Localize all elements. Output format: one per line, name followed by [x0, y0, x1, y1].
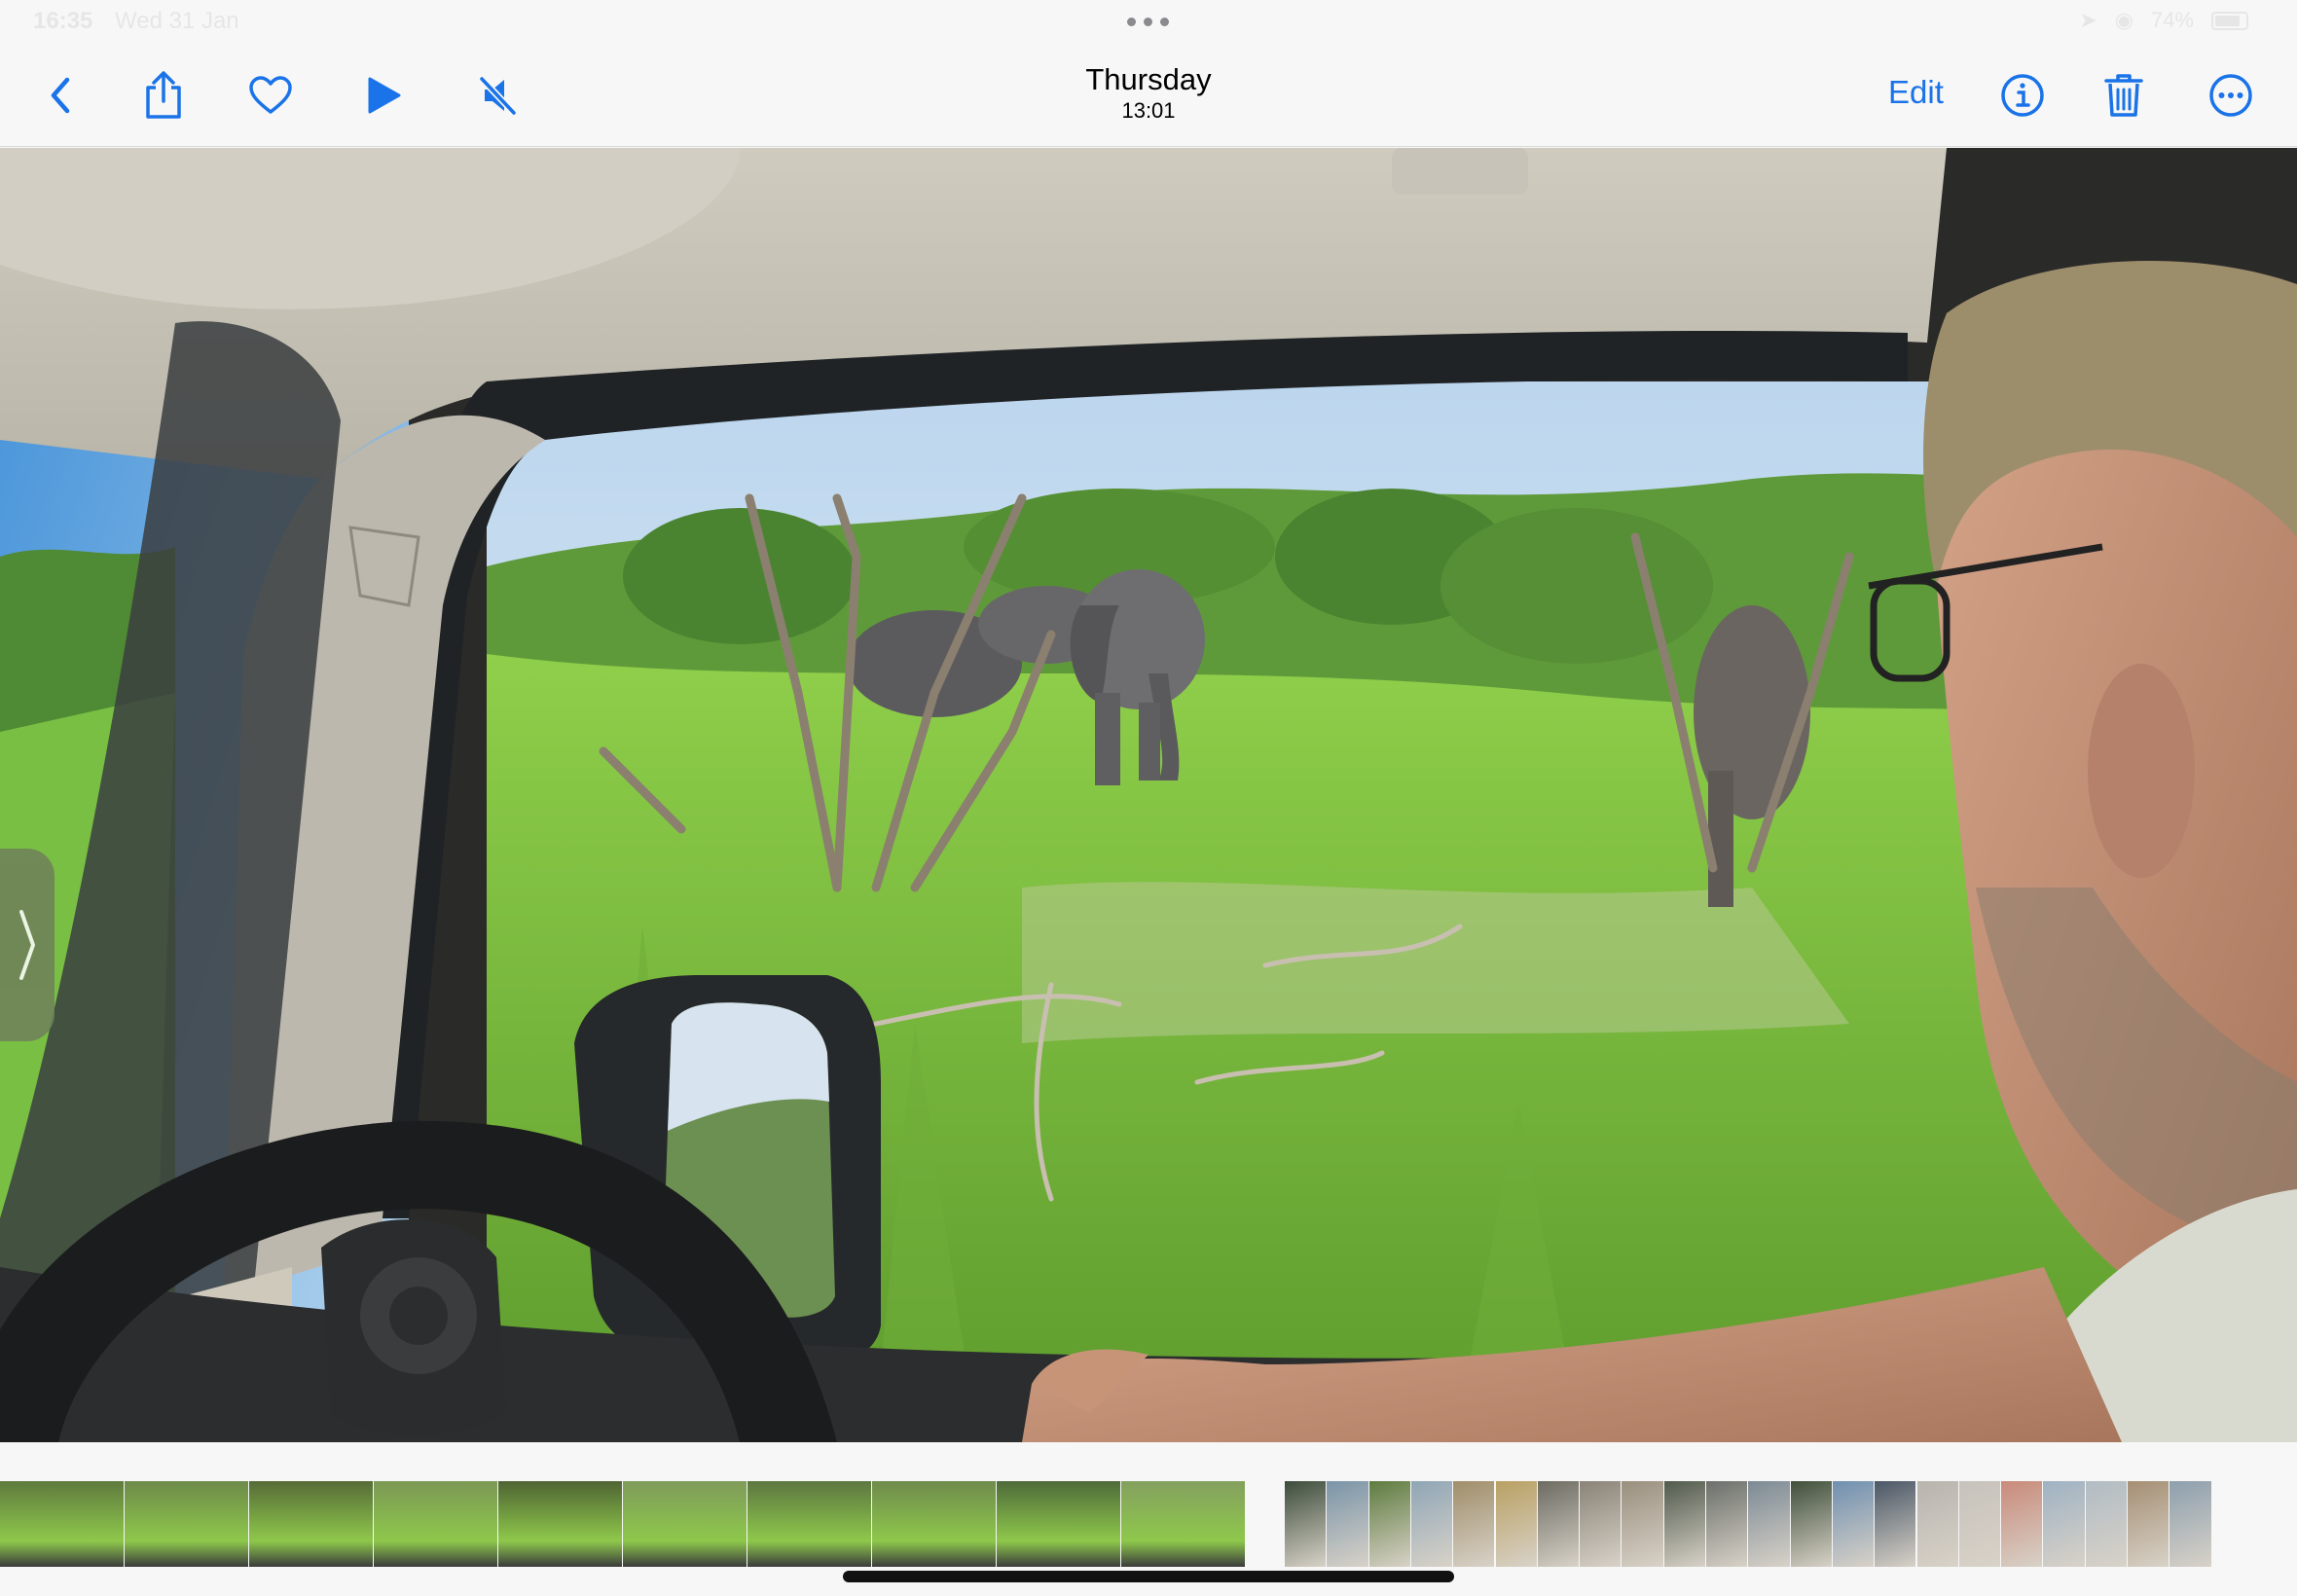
- photo-thumbnail[interactable]: [1453, 1481, 1495, 1567]
- photo-thumbnail[interactable]: [1368, 1481, 1410, 1567]
- status-indicators: ➤ ◉ 74%: [2079, 8, 2248, 33]
- photo-thumbnail[interactable]: [1916, 1481, 1958, 1567]
- photo-thumbnail[interactable]: [1832, 1481, 1875, 1567]
- video-frame-thumbnail[interactable]: [498, 1481, 622, 1567]
- home-indicator[interactable]: [843, 1571, 1454, 1582]
- status-time: 16:35: [33, 8, 93, 34]
- status-date: Wed 31 Jan: [115, 8, 239, 34]
- photo-toolbar: Thursday 13:01 Edit: [0, 47, 2297, 147]
- play-icon: [368, 77, 401, 114]
- sidebar-handle[interactable]: [0, 849, 55, 1041]
- photo-thumbnail[interactable]: [1748, 1481, 1790, 1567]
- wifi-icon: ◉: [2114, 8, 2133, 32]
- heart-icon: [249, 76, 292, 114]
- share-icon: [146, 71, 181, 119]
- info-button[interactable]: [1993, 70, 2052, 121]
- photo-thumbnail[interactable]: [1875, 1481, 1916, 1567]
- photo-thumbnail[interactable]: [2001, 1481, 2043, 1567]
- photo-thumbnail[interactable]: [1580, 1481, 1622, 1567]
- share-button[interactable]: [134, 70, 193, 121]
- multitasking-grabber[interactable]: [1127, 18, 1169, 26]
- battery-icon: [2211, 11, 2248, 30]
- video-frame-thumbnail[interactable]: [1121, 1481, 1245, 1567]
- chevron-left-icon: [51, 77, 70, 114]
- video-frame-thumbnail[interactable]: [125, 1481, 248, 1567]
- play-button[interactable]: [354, 70, 413, 121]
- video-frame-thumbnail[interactable]: [249, 1481, 373, 1567]
- edit-button[interactable]: Edit: [1888, 74, 1944, 111]
- photo-thumbnail[interactable]: [1790, 1481, 1832, 1567]
- photo-time: 13:01: [1121, 98, 1176, 123]
- ellipsis-circle-icon: [2209, 74, 2252, 117]
- photo-thumbnail[interactable]: [1327, 1481, 1368, 1567]
- photo-image: [0, 148, 2297, 1442]
- photo-thumbnail[interactable]: [1622, 1481, 1663, 1567]
- speaker-muted-icon: [478, 75, 518, 117]
- photo-thumbnail[interactable]: [1285, 1481, 1327, 1567]
- video-frame-thumbnail[interactable]: [374, 1481, 497, 1567]
- photo-viewer[interactable]: [0, 148, 2297, 1442]
- video-frame-thumbnail[interactable]: [747, 1481, 871, 1567]
- video-frame-thumbnail[interactable]: [0, 1481, 124, 1567]
- photo-thumbnail[interactable]: [1958, 1481, 2001, 1567]
- more-button[interactable]: [2202, 70, 2260, 121]
- photo-thumbnail[interactable]: [2128, 1481, 2169, 1567]
- info-icon: [2001, 74, 2044, 117]
- photo-thumbnail[interactable]: [1537, 1481, 1580, 1567]
- video-frame-thumbnail[interactable]: [997, 1481, 1120, 1567]
- filmstrip-scrubber[interactable]: [0, 1481, 2297, 1567]
- photo-thumbnail[interactable]: [2169, 1481, 2211, 1567]
- location-icon: ➤: [2079, 8, 2097, 32]
- video-frame-thumbnail[interactable]: [623, 1481, 747, 1567]
- photo-thumbnail[interactable]: [2043, 1481, 2085, 1567]
- photo-title: Thursday 13:01: [954, 62, 1343, 125]
- video-frame-thumbnail[interactable]: [872, 1481, 996, 1567]
- chevron-right-icon: [19, 910, 35, 980]
- status-bar: 16:35 Wed 31 Jan ➤ ◉ 74%: [0, 0, 2297, 47]
- favorite-button[interactable]: [241, 70, 300, 121]
- photo-thumbnail[interactable]: [1706, 1481, 1748, 1567]
- trash-icon: [2104, 74, 2143, 117]
- back-button[interactable]: [31, 70, 90, 121]
- mute-button[interactable]: [469, 70, 528, 121]
- battery-percent: 74%: [2150, 8, 2194, 32]
- photo-thumbnail[interactable]: [1410, 1481, 1453, 1567]
- photo-thumbnail[interactable]: [1663, 1481, 1705, 1567]
- photo-date-title: Thursday: [1085, 62, 1212, 96]
- photo-thumbnail[interactable]: [2085, 1481, 2127, 1567]
- photo-thumbnail[interactable]: [1495, 1481, 1537, 1567]
- delete-button[interactable]: [2095, 70, 2153, 121]
